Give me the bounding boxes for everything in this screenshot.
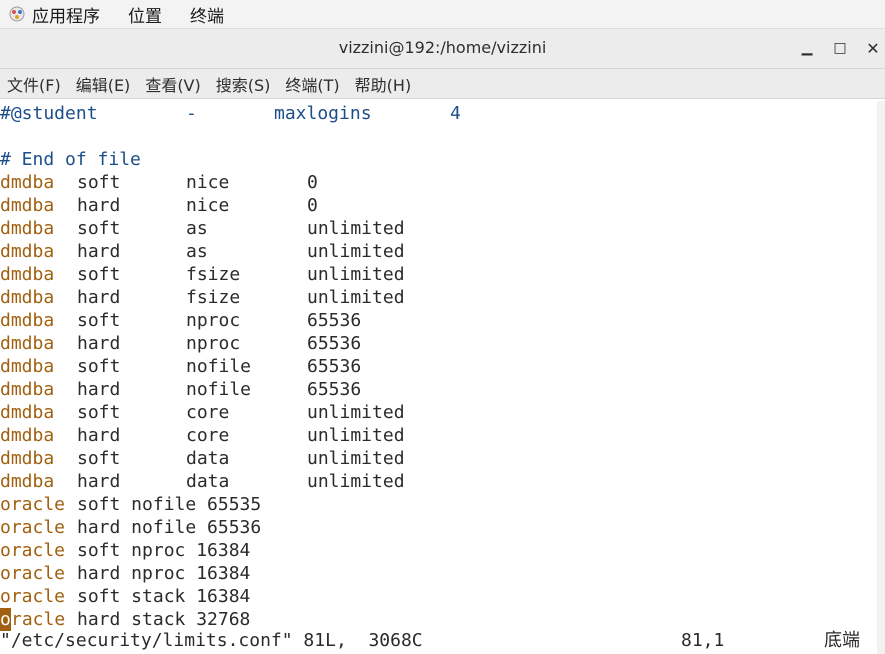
limit-user: dmdba (0, 264, 55, 285)
limit-user: dmdba (0, 356, 55, 377)
limit-value: unlimited (307, 425, 405, 446)
limit-item: data (186, 448, 230, 469)
limit-type: soft (77, 448, 121, 469)
limit-user: oracle (0, 586, 66, 607)
limit-user: oracle (0, 540, 66, 561)
limit-user: dmdba (0, 218, 55, 239)
limit-user: dmdba (0, 241, 55, 262)
limit-value: unlimited (307, 402, 405, 423)
limit-value: 0 (307, 195, 318, 216)
end-of-file-text: # End of file (0, 149, 141, 170)
limit-item: fsize (186, 264, 241, 285)
limit-rest: soft nproc 16384 (77, 540, 251, 561)
limit-type: hard (77, 241, 121, 262)
limit-item: nproc (186, 333, 241, 354)
limit-item: data (186, 471, 230, 492)
limit-value: unlimited (307, 241, 405, 262)
limit-rest: soft nofile 65535 (77, 494, 262, 515)
limit-value: 65536 (307, 356, 362, 377)
limit-rest: soft stack 16384 (77, 586, 251, 607)
comment-field: maxlogins (274, 103, 372, 124)
limit-value: 0 (307, 172, 318, 193)
limit-user: dmdba (0, 402, 55, 423)
limit-value: 65536 (307, 310, 362, 331)
limit-item: nproc (186, 310, 241, 331)
limit-value: unlimited (307, 218, 405, 239)
limit-user: oracle (0, 517, 66, 538)
minimize-button[interactable]: ▁ (796, 37, 818, 59)
limit-user: dmdba (0, 310, 55, 331)
limit-item: nofile (186, 379, 252, 400)
limit-type: soft (77, 402, 121, 423)
limit-rest: hard nproc 16384 (77, 563, 251, 584)
status-cursor-position: 81,1 (681, 630, 725, 651)
limit-type: soft (77, 264, 121, 285)
limit-type: soft (77, 310, 121, 331)
limit-item: as (186, 218, 208, 239)
limit-user: oracle (0, 494, 66, 515)
limit-type: hard (77, 333, 121, 354)
menu-search[interactable]: 搜索(S) (209, 72, 279, 96)
vim-status-line: "/etc/security/limits.conf" 81L, 3068C 8… (0, 629, 877, 653)
menu-terminal[interactable]: 终端(T) (278, 72, 347, 96)
limit-type: hard (77, 287, 121, 308)
limit-value: unlimited (307, 287, 405, 308)
limit-value: unlimited (307, 264, 405, 285)
applications-menu[interactable]: 应用程序 (32, 2, 100, 27)
close-button[interactable]: ✕ (862, 37, 884, 59)
limit-item: nofile (186, 356, 252, 377)
limit-user: dmdba (0, 195, 55, 216)
limit-value: 65536 (307, 333, 362, 354)
limit-item: core (186, 425, 230, 446)
limit-rest: hard nofile 65536 (77, 517, 262, 538)
limit-user-rest: racle (11, 609, 66, 630)
comment-field: - (186, 103, 197, 124)
menu-view[interactable]: 查看(V) (138, 72, 208, 96)
status-scroll-position: 底端 (824, 630, 860, 651)
limit-item: core (186, 402, 230, 423)
limit-type: soft (77, 172, 121, 193)
limit-type: soft (77, 356, 121, 377)
menu-help[interactable]: 帮助(H) (348, 72, 420, 96)
places-menu[interactable]: 位置 (128, 2, 162, 27)
terminal-menubar: 文件(F) 编辑(E) 查看(V) 搜索(S) 终端(T) 帮助(H) (0, 69, 885, 99)
limit-user: dmdba (0, 448, 55, 469)
limit-user: dmdba (0, 172, 55, 193)
limit-user: dmdba (0, 379, 55, 400)
limit-item: nice (186, 195, 230, 216)
terminal-app-menu[interactable]: 终端 (190, 2, 224, 27)
terminal-scrollbar[interactable] (877, 101, 885, 654)
limit-type: hard (77, 425, 121, 446)
limit-value: unlimited (307, 448, 405, 469)
limit-user: dmdba (0, 425, 55, 446)
limit-type: hard (77, 379, 121, 400)
limit-type: hard (77, 471, 121, 492)
menu-file[interactable]: 文件(F) (0, 72, 69, 96)
limit-item: nice (186, 172, 230, 193)
limit-value: unlimited (307, 471, 405, 492)
gnome-top-bar: 应用程序 位置 终端 (0, 0, 885, 29)
menu-edit[interactable]: 编辑(E) (69, 72, 139, 96)
maximize-button[interactable]: □ (829, 37, 851, 59)
text-cursor: o (0, 608, 11, 631)
limit-rest: hard stack 32768 (77, 609, 251, 630)
limit-item: as (186, 241, 208, 262)
limit-type: soft (77, 218, 121, 239)
terminal-content[interactable]: #@student - maxlogins 4 # End of file dmdba so… (0, 101, 877, 654)
limit-user: dmdba (0, 471, 55, 492)
window-title-bar[interactable]: vizzini@192:/home/vizzini ▁ □ ✕ (0, 29, 885, 69)
limit-value: 65536 (307, 379, 362, 400)
limit-item: fsize (186, 287, 241, 308)
applications-icon (9, 6, 25, 22)
status-file-info: "/etc/security/limits.conf" 81L, 3068C (0, 630, 423, 651)
limit-type: hard (77, 195, 121, 216)
limit-user: dmdba (0, 333, 55, 354)
limit-user: dmdba (0, 287, 55, 308)
comment-field: 4 (450, 103, 461, 124)
window-title: vizzini@192:/home/vizzini (338, 38, 547, 57)
comment-field: #@student (0, 103, 98, 124)
limit-user: oracle (0, 563, 66, 584)
